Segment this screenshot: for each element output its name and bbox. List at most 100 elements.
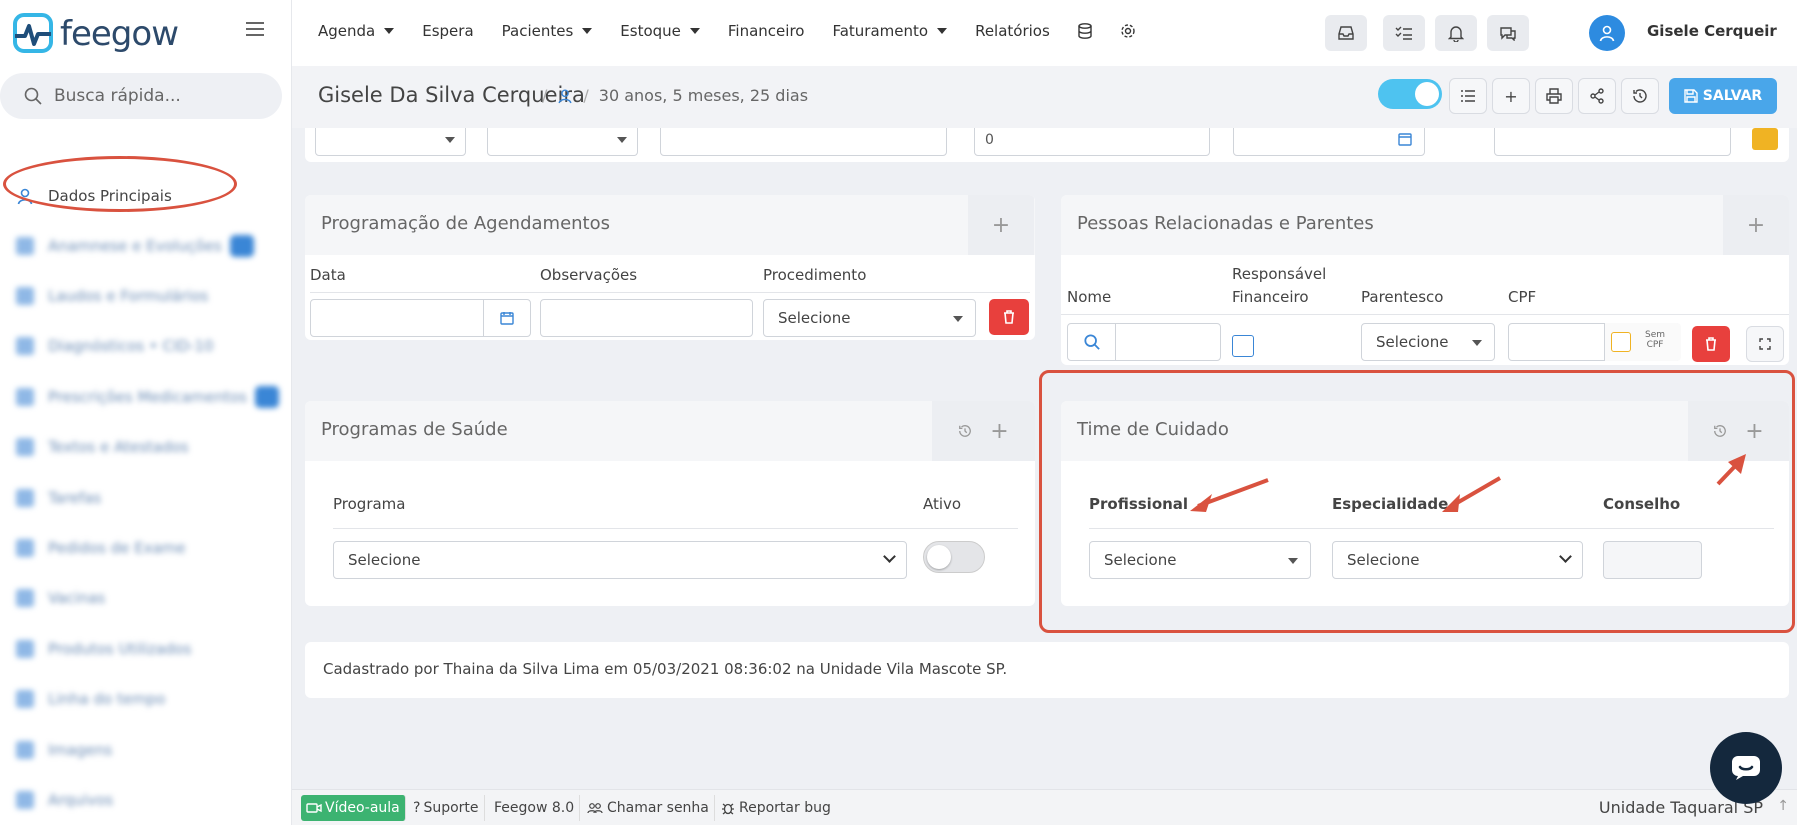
text-field[interactable]	[1494, 128, 1731, 156]
warning-icon[interactable]	[1752, 128, 1778, 150]
trash-icon	[1706, 337, 1716, 351]
main-menu: Agenda Espera Pacientes Estoque Financei…	[318, 22, 1164, 40]
chamar-senha-button[interactable]: Chamar senha	[582, 795, 715, 821]
calendar-button[interactable]	[483, 300, 530, 336]
sidebar-item-produtos[interactable]: Produtos Utilizados	[16, 634, 191, 664]
quick-search[interactable]: Busca rápida...	[0, 73, 282, 119]
calendar-icon[interactable]	[1398, 132, 1412, 146]
version-label: Feegow 8.0	[489, 795, 581, 821]
sidebar-item-label: Diagnósticos • CID-10	[48, 337, 214, 355]
arrow-up-icon[interactable]: ↑	[1777, 798, 1789, 814]
video-aula-button[interactable]: Vídeo-aula	[301, 795, 406, 821]
col-header-procedimento: Procedimento	[763, 266, 867, 284]
user-name[interactable]: Gisele Cerqueir	[1647, 22, 1777, 40]
sem-cpf-checkbox[interactable]	[1611, 332, 1631, 352]
chat-button[interactable]	[1487, 15, 1529, 51]
help-icon: ?	[413, 800, 421, 816]
separator: /	[542, 86, 548, 105]
plus-icon[interactable]: +	[990, 419, 1008, 444]
save-icon	[1684, 89, 1698, 103]
sidebar-item-tarefas[interactable]: Tarefas	[16, 483, 101, 513]
cpf-input[interactable]: Sem CPF	[1508, 323, 1681, 361]
sidebar-item-anamnese[interactable]: Anamnese e Evoluções	[16, 231, 254, 261]
nav-pacientes[interactable]: Pacientes	[502, 22, 593, 40]
caret-down-icon	[617, 137, 627, 143]
select-field[interactable]	[315, 128, 466, 156]
reportar-bug-button[interactable]: Reportar bug	[716, 795, 836, 821]
delete-button[interactable]	[989, 299, 1029, 335]
sidebar-item-label: Textos e Atestados	[48, 438, 189, 456]
parentesco-select[interactable]: Selecione	[1361, 323, 1495, 361]
user-icon	[1599, 25, 1615, 42]
add-button[interactable]: +	[1492, 78, 1530, 114]
notifications-button[interactable]	[1435, 15, 1477, 51]
sem-cpf-addon: Sem CPF	[1604, 323, 1681, 361]
feegow-logo[interactable]: feegow	[12, 12, 179, 56]
nav-database[interactable]	[1078, 23, 1092, 39]
nav-settings[interactable]	[1120, 23, 1136, 39]
chat-widget-button[interactable]	[1710, 732, 1782, 804]
tasks-button[interactable]	[1383, 15, 1425, 51]
plus-icon: +	[1746, 212, 1766, 238]
sem-cpf-label-1: Sem	[1645, 330, 1666, 340]
add-person-button[interactable]: +	[1723, 195, 1789, 255]
sidebar-item-imagens[interactable]: Imagens	[16, 735, 112, 765]
save-label: SALVAR	[1702, 88, 1763, 104]
delete-button[interactable]	[1692, 326, 1730, 362]
procedimento-select[interactable]: Selecione	[763, 299, 976, 337]
nav-espera[interactable]: Espera	[422, 22, 473, 40]
save-button[interactable]: SALVAR	[1669, 78, 1777, 114]
expand-button[interactable]	[1746, 326, 1784, 362]
date-field[interactable]	[1233, 128, 1425, 156]
trash-icon	[1004, 310, 1014, 324]
divider	[1061, 314, 1789, 315]
programacao-panel: Programação de Agendamentos + Data Obser…	[305, 195, 1035, 340]
sem-cpf-label: Sem CPF	[1645, 330, 1665, 350]
footer-bar: Vídeo-aula ? Suporte Feegow 8.0 Chamar se…	[292, 789, 1797, 825]
nav-faturamento[interactable]: Faturamento	[832, 22, 948, 40]
sidebar-item-vacinas[interactable]: Vacinas	[16, 583, 105, 613]
observacoes-input[interactable]	[540, 299, 753, 337]
nav-relatorios[interactable]: Relatórios	[975, 22, 1050, 40]
sidebar-item-linha-tempo[interactable]: Linha do tempo	[16, 684, 165, 714]
logo-text: feegow	[60, 14, 179, 54]
search-icon	[24, 87, 42, 105]
inbox-button[interactable]	[1325, 15, 1367, 51]
suporte-link[interactable]: ? Suporte	[408, 795, 485, 821]
select-field[interactable]	[487, 128, 638, 156]
divider	[310, 292, 1030, 293]
print-icon	[1546, 88, 1562, 104]
history-button[interactable]	[1621, 78, 1659, 114]
text-field[interactable]	[660, 128, 947, 156]
history-icon[interactable]	[958, 424, 972, 438]
video-icon	[306, 803, 322, 813]
nav-estoque[interactable]: Estoque	[620, 22, 700, 40]
plus-icon: +	[991, 212, 1011, 238]
sidebar-item-laudos[interactable]: Laudos e Formulários	[16, 281, 208, 311]
menu-toggle-icon[interactable]	[246, 22, 264, 36]
print-button[interactable]	[1535, 78, 1573, 114]
nav-financeiro[interactable]: Financeiro	[728, 22, 805, 40]
ativo-toggle[interactable]	[923, 541, 985, 573]
add-scheduling-button[interactable]: +	[968, 195, 1034, 255]
nome-search-input[interactable]	[1067, 323, 1221, 361]
annotation-rectangle	[1039, 370, 1795, 633]
responsavel-checkbox[interactable]	[1232, 335, 1254, 357]
programas-panel: Programas de Saúde + Programa Ativo Sele…	[305, 401, 1035, 606]
sidebar-item-textos[interactable]: Textos e Atestados	[16, 432, 189, 462]
list-button[interactable]	[1449, 78, 1487, 114]
programa-select[interactable]: Selecione	[333, 541, 907, 579]
active-toggle[interactable]	[1378, 79, 1442, 109]
date-input[interactable]	[310, 299, 531, 337]
sidebar-item-prescricoes[interactable]: Prescrições Medicamentos	[16, 382, 279, 412]
share-button[interactable]	[1578, 78, 1616, 114]
avatar[interactable]	[1589, 15, 1625, 51]
sidebar-item-pedidos[interactable]: Pedidos de Exame	[16, 533, 186, 563]
number-field[interactable]: 0	[974, 128, 1210, 156]
clipboard-icon	[16, 539, 34, 557]
sidebar-item-label: Pedidos de Exame	[48, 539, 186, 557]
nav-agenda[interactable]: Agenda	[318, 22, 395, 40]
sidebar-item-diagnosticos[interactable]: Diagnósticos • CID-10	[16, 331, 214, 361]
sidebar-item-arquivos[interactable]: Arquivos	[16, 785, 113, 815]
person-search-button[interactable]	[1068, 324, 1116, 360]
